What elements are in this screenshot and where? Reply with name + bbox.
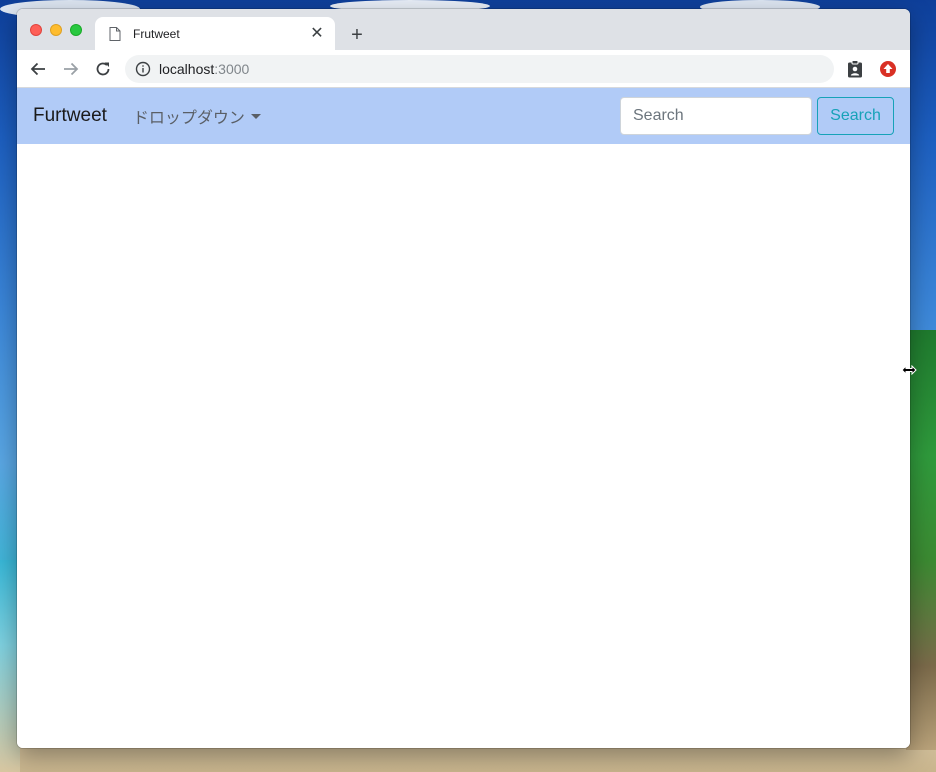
browser-window: Frutweet ✕ + localhost:3000 Furtweet ドロ…	[17, 9, 910, 748]
page-viewport: Furtweet ドロップダウン Search	[17, 88, 910, 748]
forward-button[interactable]	[59, 57, 83, 81]
caret-down-icon	[250, 113, 261, 119]
search-button[interactable]: Search	[817, 97, 894, 135]
page-icon	[109, 26, 121, 41]
address-host: localhost	[159, 61, 215, 77]
tab-strip: Frutweet ✕ +	[17, 9, 910, 50]
maximize-window-button[interactable]	[70, 24, 82, 36]
close-window-button[interactable]	[30, 24, 42, 36]
reload-button[interactable]	[91, 57, 115, 81]
minimize-window-button[interactable]	[50, 24, 62, 36]
extension-button[interactable]	[844, 58, 866, 80]
navbar-dropdown[interactable]: ドロップダウン	[133, 104, 261, 128]
palm-scenery	[906, 330, 936, 750]
info-icon[interactable]	[135, 61, 151, 77]
upload-arrow-icon	[880, 61, 896, 77]
site-navbar: Furtweet ドロップダウン Search	[17, 88, 910, 144]
search-input[interactable]	[620, 97, 812, 135]
dropdown-label: ドロップダウン	[132, 108, 245, 127]
arrow-left-icon	[30, 62, 45, 76]
clipboard-user-icon	[848, 60, 862, 78]
new-tab-button[interactable]: +	[345, 23, 369, 47]
tab-title: Frutweet	[133, 26, 180, 41]
browser-toolbar: localhost:3000	[17, 50, 910, 88]
address-bar[interactable]: localhost:3000	[125, 55, 834, 83]
extension-button[interactable]	[877, 58, 899, 80]
address-port: :3000	[214, 61, 250, 77]
browser-tab[interactable]: Frutweet ✕	[95, 17, 335, 50]
resize-horizontal-cursor-icon	[901, 365, 917, 375]
back-button[interactable]	[26, 57, 50, 81]
close-tab-icon[interactable]: ✕	[309, 25, 325, 42]
navbar-brand[interactable]: Furtweet	[33, 105, 107, 127]
reload-icon	[96, 62, 110, 76]
search-form: Search	[620, 97, 894, 135]
arrow-right-icon	[64, 62, 79, 76]
